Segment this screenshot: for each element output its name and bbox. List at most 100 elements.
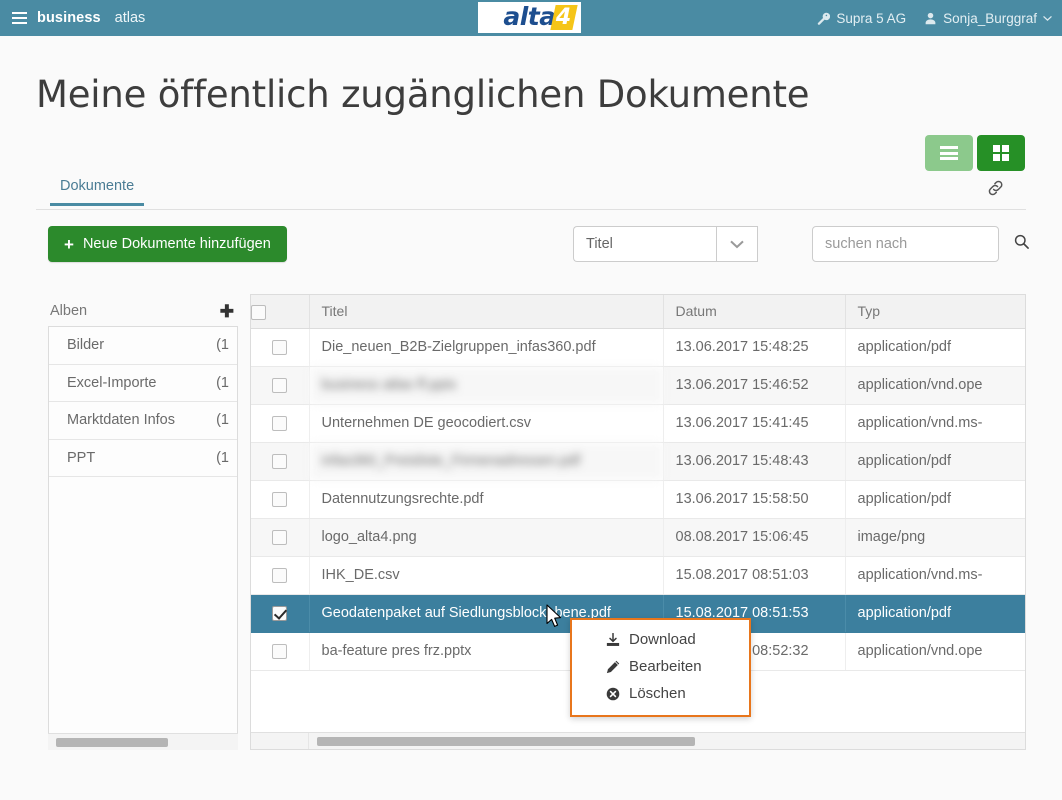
table-horizontal-scrollbar[interactable] — [251, 732, 1025, 749]
row-checkbox[interactable] — [272, 605, 288, 621]
list-view-button[interactable] — [925, 135, 973, 171]
table-row[interactable]: infas360_Preisliste_Firmenadressen.pdf 13… — [251, 442, 1025, 481]
add-documents-label: Neue Dokumente hinzufügen — [82, 236, 271, 252]
row-checkbox[interactable] — [272, 415, 288, 431]
row-date: 08.08.2017 15:06:45 — [663, 518, 846, 557]
sort-field-group: Titel — [573, 226, 758, 262]
row-checkbox-cell — [251, 556, 310, 595]
album-item[interactable]: PPT (1 — [49, 440, 237, 477]
row-title: IHK_DE.csv — [309, 556, 664, 595]
plus-icon: + — [64, 234, 74, 254]
row-checkbox[interactable] — [272, 529, 288, 545]
row-title: Die_neuen_B2B-Zielgruppen_infas360.pdf — [309, 328, 664, 367]
column-header-datum[interactable]: Datum — [663, 295, 846, 329]
album-item-label: Marktdaten Infos — [67, 412, 175, 429]
albums-panel: Alben ✚ Bilder (1 Excel-Importe (1 Marktdate… — [48, 298, 238, 750]
delete-circle-icon — [606, 687, 620, 700]
logo-word: alta — [503, 2, 556, 31]
context-menu-label-loeschen: Löschen — [629, 685, 686, 702]
album-item-label: PPT — [67, 449, 96, 466]
column-header-typ[interactable]: Typ — [845, 295, 1025, 329]
view-mode-toggle — [925, 135, 1025, 171]
tab-dokumente[interactable]: Dokumente — [50, 178, 145, 206]
row-title: business atlas ff.pptx — [309, 366, 664, 405]
organization-menu[interactable]: Supra 5 AG — [817, 11, 906, 26]
grid-view-icon — [993, 145, 1009, 161]
search-icon[interactable] — [1014, 234, 1029, 254]
table-row[interactable]: IHK_DE.csv 15.08.2017 08:51:03 application… — [251, 556, 1025, 595]
row-checkbox[interactable] — [272, 453, 288, 469]
row-type: application/pdf — [845, 480, 1025, 519]
album-item[interactable]: Marktdaten Infos (1 — [49, 402, 237, 440]
alta4-logo: alta 4 — [478, 2, 581, 33]
album-item[interactable]: Excel-Importe (1 — [49, 365, 237, 402]
album-item-count: (1 — [216, 337, 229, 354]
table-row[interactable]: business atlas ff.pptx 13.06.2017 15:46:5… — [251, 366, 1025, 405]
search-field-wrapper — [812, 226, 1029, 262]
albums-horizontal-scrollbar[interactable] — [48, 733, 238, 750]
album-item[interactable]: Bilder (1 — [49, 327, 237, 365]
brand-area[interactable]: business atlas — [12, 10, 145, 26]
magnifier-icon — [1014, 234, 1029, 249]
row-checkbox-cell — [251, 328, 310, 367]
row-date: 13.06.2017 15:41:45 — [663, 404, 846, 443]
row-type: image/png — [845, 518, 1025, 557]
row-checkbox[interactable] — [272, 491, 288, 507]
row-date: 13.06.2017 15:58:50 — [663, 480, 846, 519]
table-scrollbar-thumb[interactable] — [317, 737, 695, 746]
user-menu[interactable]: Sonja_Burggraf — [924, 11, 1052, 26]
row-checkbox-cell — [251, 480, 310, 519]
table-header-row: Titel Datum Typ — [251, 295, 1025, 329]
hamburger-icon[interactable] — [12, 12, 27, 24]
album-item-label: Excel-Importe — [67, 374, 157, 391]
column-header-titel[interactable]: Titel — [309, 295, 664, 329]
row-checkbox[interactable] — [272, 339, 288, 355]
row-type: application/vnd.ope — [845, 632, 1025, 671]
chevron-down-icon — [730, 240, 744, 248]
logo-accent-shape: 4 — [550, 4, 578, 30]
table-row[interactable]: Die_neuen_B2B-Zielgruppen_infas360.pdf 13… — [251, 328, 1025, 367]
albums-title: Alben — [50, 303, 88, 319]
pencil-icon — [606, 660, 620, 673]
row-date: 13.06.2017 15:46:52 — [663, 366, 846, 405]
tab-bar: Dokumente — [36, 178, 1026, 210]
context-menu-item-download[interactable]: Download — [572, 626, 749, 653]
top-right-actions: Supra 5 AG Sonja_Burggraf — [817, 0, 1052, 36]
row-checkbox-cell — [251, 442, 310, 481]
row-type: application/pdf — [845, 328, 1025, 367]
row-checkbox[interactable] — [272, 643, 288, 659]
row-type: application/pdf — [845, 594, 1025, 633]
albums-list: Bilder (1 Excel-Importe (1 Marktdaten Infos (… — [48, 326, 238, 750]
row-checkbox-cell — [251, 404, 310, 443]
album-item-count: (1 — [216, 449, 229, 466]
row-checkbox-cell — [251, 632, 310, 671]
row-date: 13.06.2017 15:48:43 — [663, 442, 846, 481]
table-row[interactable]: logo_alta4.png 08.08.2017 15:06:45 image/p… — [251, 518, 1025, 557]
share-link-button[interactable] — [986, 178, 1006, 203]
row-checkbox[interactable] — [272, 377, 288, 393]
albums-scrollbar-thumb[interactable] — [56, 738, 168, 747]
add-album-button[interactable]: ✚ — [220, 303, 234, 320]
row-date: 13.06.2017 15:48:25 — [663, 328, 846, 367]
organization-name: Supra 5 AG — [836, 10, 907, 26]
grid-view-button[interactable] — [977, 135, 1025, 171]
table-row[interactable]: Unternehmen DE geocodiert.csv 13.06.2017 … — [251, 404, 1025, 443]
column-header-select-all — [251, 295, 310, 329]
context-menu-item-loeschen[interactable]: Löschen — [572, 680, 749, 707]
sort-field-select[interactable]: Titel — [573, 226, 716, 262]
add-documents-button[interactable]: + Neue Dokumente hinzufügen — [48, 226, 287, 262]
row-checkbox-cell — [251, 594, 310, 633]
sort-field-caret-button[interactable] — [716, 226, 758, 262]
row-title: infas360_Preisliste_Firmenadressen.pdf — [309, 442, 664, 481]
logo-accent-text: 4 — [556, 4, 572, 30]
row-checkbox[interactable] — [272, 567, 288, 583]
row-context-menu: Download Bearbeiten Löschen — [570, 618, 751, 717]
select-all-checkbox[interactable] — [251, 304, 266, 320]
page-title: Meine öffentlich zugänglichen Dokumente — [36, 72, 810, 116]
table-row[interactable]: Datennutzungsrechte.pdf 13.06.2017 15:58:… — [251, 480, 1025, 519]
context-menu-label-bearbeiten: Bearbeiten — [629, 658, 702, 675]
search-input[interactable] — [813, 235, 1014, 253]
download-icon — [606, 632, 620, 646]
context-menu-item-bearbeiten[interactable]: Bearbeiten — [572, 653, 749, 680]
table-scrollbar-gutter — [251, 733, 309, 749]
